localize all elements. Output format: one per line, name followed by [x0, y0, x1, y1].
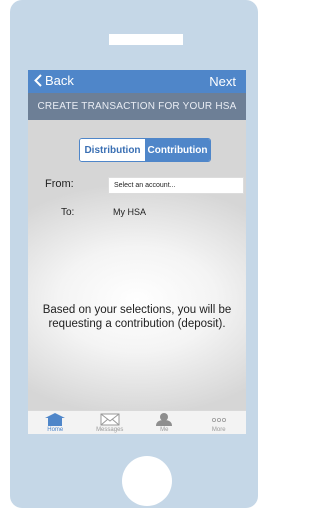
person-icon [156, 413, 173, 426]
to-account-value: My HSA [113, 207, 147, 217]
segment-contribution[interactable]: Contribution [145, 139, 210, 161]
back-label: Back [45, 73, 74, 88]
from-label: From: [45, 178, 74, 190]
from-account-select[interactable]: Select an account... [108, 177, 244, 194]
phone-speaker [109, 34, 183, 45]
tab-me-label: Me [160, 427, 169, 433]
navigation-bar: Back Next [28, 70, 246, 93]
tab-more-label: More [211, 427, 226, 433]
tab-home-label: Home [47, 427, 64, 433]
more-dots-icon [211, 418, 226, 423]
tab-more[interactable]: More [192, 411, 247, 434]
chevron-left-icon [34, 74, 42, 87]
app-screen: Back Next CREATE TRANSACTION FOR YOUR HS… [28, 70, 246, 434]
envelope-icon [100, 413, 120, 426]
next-button[interactable]: Next [209, 74, 236, 89]
home-icon [45, 413, 66, 426]
phone-home-button[interactable] [122, 456, 172, 506]
tab-messages[interactable]: Messages [83, 411, 138, 434]
tab-me[interactable]: Me [137, 411, 192, 434]
to-label: To: [61, 207, 75, 218]
back-button[interactable]: Back [34, 73, 74, 88]
info-message: Based on your selections, you will be re… [42, 304, 232, 330]
segment-distribution[interactable]: Distribution [80, 139, 145, 161]
tab-bar: Home Messages Me More [28, 410, 246, 434]
page-title: CREATE TRANSACTION FOR YOUR HSA [28, 93, 246, 120]
transaction-type-segmented-control: Distribution Contribution [79, 138, 211, 162]
main-content: Distribution Contribution From: Select a… [28, 120, 246, 410]
tab-home[interactable]: Home [28, 411, 83, 434]
tab-messages-label: Messages [96, 427, 124, 433]
